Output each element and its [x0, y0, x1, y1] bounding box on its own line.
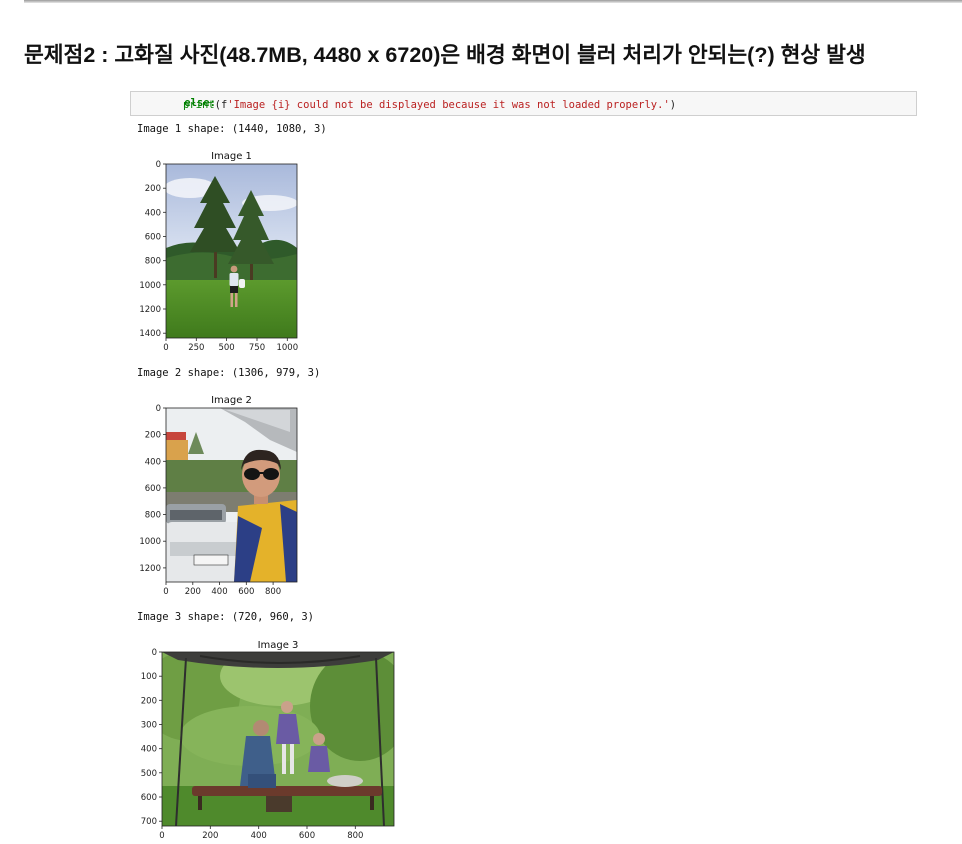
image-1-xtick: 750	[249, 343, 265, 353]
image-1-x-ticks: 0 250 500 750 1000	[163, 338, 298, 353]
image-3-ytick: 400	[141, 745, 157, 755]
top-divider	[24, 0, 962, 3]
image-2-ytick: 1200	[139, 564, 161, 574]
image-2-xtick: 800	[265, 587, 281, 597]
image-3-xtick: 200	[202, 831, 218, 841]
image-1-xtick: 1000	[276, 343, 298, 353]
image-3-ytick: 100	[141, 672, 157, 682]
code-line-print: print(f'Image {i} could not be displayed…	[183, 99, 676, 111]
image-1-ytick: 0	[156, 160, 161, 170]
image-2-x-ticks: 0 200 400 600 800	[163, 582, 281, 597]
image-3-x-ticks: 0 200 400 600 800	[159, 826, 363, 841]
image-3-ytick: 200	[141, 696, 157, 706]
image-2-xtick: 0	[163, 587, 168, 597]
image-3-ytick: 600	[141, 793, 157, 803]
image-2-xtick: 600	[238, 587, 254, 597]
page-heading: 문제점2 : 고화질 사진(48.7MB, 4480 x 6720)은 배경 화…	[24, 43, 866, 67]
image-3-xtick: 0	[159, 831, 164, 841]
image-2-ytick: 600	[145, 484, 161, 494]
image-3-shape-text: Image 3 shape: (720, 960, 3)	[137, 611, 315, 623]
image-1-xtick: 500	[218, 343, 234, 353]
photo-image-1	[166, 164, 297, 338]
code-function: print	[183, 99, 215, 111]
image-2-ytick: 200	[145, 431, 161, 441]
image-3-xtick: 400	[251, 831, 267, 841]
image-1-xtick: 250	[188, 343, 204, 353]
code-string: 'Image {i} could not be displayed becaus…	[227, 99, 670, 111]
image-2-ytick: 0	[156, 404, 161, 414]
image-3-title: Image 3	[258, 640, 299, 651]
image-1-xtick: 0	[163, 343, 168, 353]
image-2-xtick: 400	[211, 587, 227, 597]
image-3-ytick: 300	[141, 721, 157, 731]
photo-image-2	[166, 408, 297, 582]
image-1-shape-text: Image 1 shape: (1440, 1080, 3)	[137, 123, 327, 135]
image-3-ytick: 500	[141, 769, 157, 779]
image-3-y-ticks: 0 100 200 300 400 500 600 700	[141, 648, 162, 827]
code-paren-close: )	[669, 99, 677, 111]
image-1-y-ticks: 0 200 400 600 800 1000 1200 1400	[139, 160, 166, 339]
code-cell[interactable]: else: print(f'Image {i} could not be dis…	[130, 91, 917, 116]
image-1-ytick: 1200	[139, 305, 161, 315]
image-3-ytick: 700	[141, 817, 157, 827]
image-2-ytick: 800	[145, 511, 161, 521]
image-3-ytick: 0	[152, 648, 157, 658]
image-1-ytick: 1400	[139, 329, 161, 339]
image-2-ytick: 1000	[139, 537, 161, 547]
figure-image-1: Image 1 0 200 400 600 800 1000 1200 1400…	[130, 148, 310, 358]
image-3-xtick: 600	[299, 831, 315, 841]
figure-image-3: Image 3 0 100 200 300 400 500 600 700 0 …	[130, 636, 410, 844]
image-1-ytick: 400	[145, 208, 161, 218]
image-1-ytick: 1000	[139, 281, 161, 291]
figure-image-2: Image 2 0 200 400 600 800 1000 1200 0 20…	[130, 392, 310, 602]
image-2-xtick: 200	[185, 587, 201, 597]
image-1-title: Image 1	[211, 151, 252, 162]
image-2-title: Image 2	[211, 395, 252, 406]
image-2-shape-text: Image 2 shape: (1306, 979, 3)	[137, 367, 321, 379]
image-1-ytick: 200	[145, 184, 161, 194]
image-1-ytick: 800	[145, 257, 161, 267]
image-3-xtick: 800	[347, 831, 363, 841]
image-1-ytick: 600	[145, 233, 161, 243]
image-2-y-ticks: 0 200 400 600 800 1000 1200	[139, 404, 166, 574]
photo-image-3	[162, 652, 394, 826]
image-2-ytick: 400	[145, 457, 161, 467]
